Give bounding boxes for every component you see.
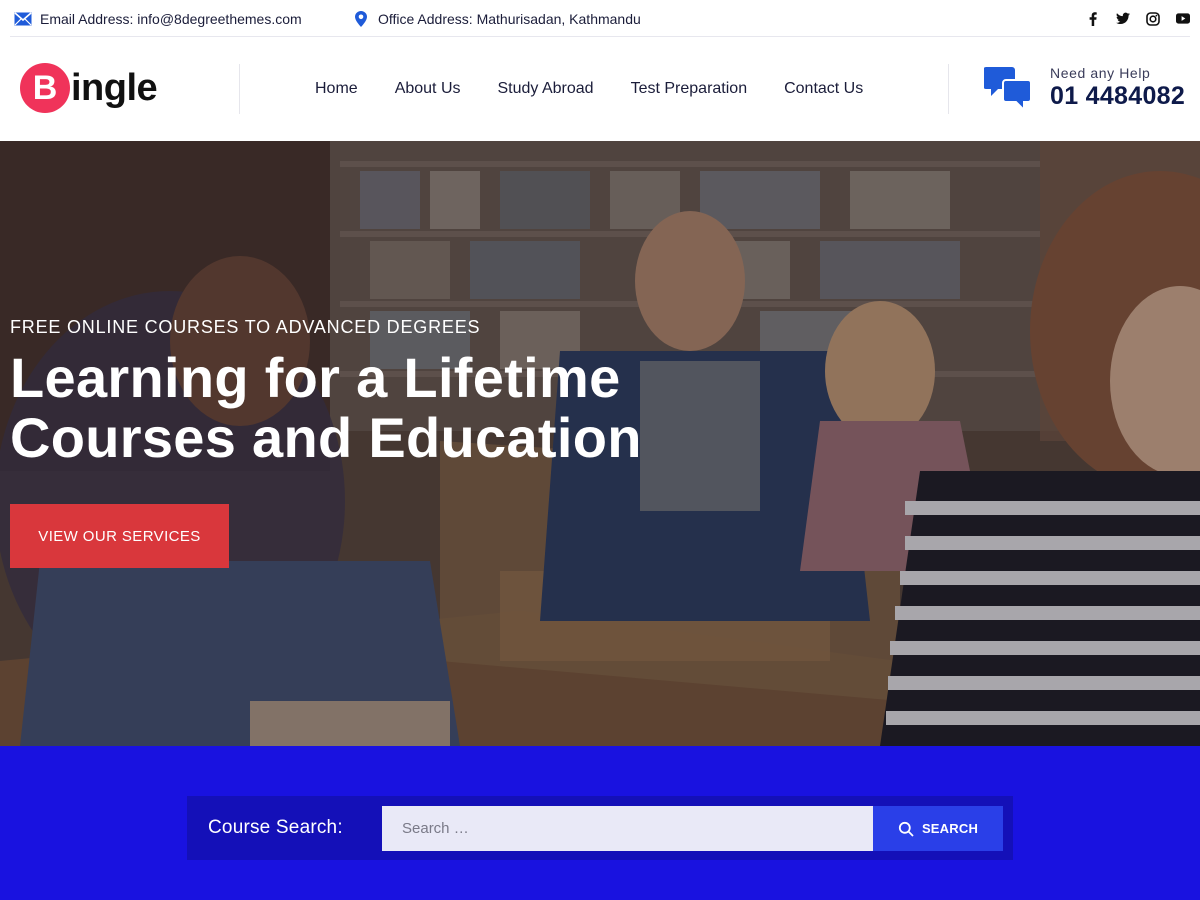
header-divider	[239, 64, 240, 114]
youtube-icon[interactable]	[1176, 12, 1190, 26]
nav-item-home[interactable]: Home	[296, 80, 376, 98]
course-search-section: Course Search: SEARCH	[0, 746, 1200, 900]
hero-title-line-2: Courses and Education	[10, 406, 642, 469]
hero-title: Learning for a Lifetime Courses and Educ…	[10, 348, 730, 468]
nav-item-test-preparation[interactable]: Test Preparation	[612, 80, 766, 98]
help-label: Need any Help	[1050, 65, 1151, 81]
main-nav: Home About Us Study Abroad Test Preparat…	[296, 37, 881, 141]
social-links	[1086, 0, 1190, 37]
office-text: Office Address: Mathurisadan, Kathmandu	[378, 10, 641, 27]
site-logo[interactable]: B ingle	[20, 63, 158, 113]
hero-kicker: FREE ONLINE COURSES TO ADVANCED DEGREES	[10, 317, 481, 337]
office-info: Office Address: Mathurisadan, Kathmandu	[352, 0, 641, 37]
nav-item-about-us[interactable]: About Us	[376, 80, 479, 98]
instagram-icon[interactable]	[1146, 11, 1160, 26]
header-divider	[948, 64, 949, 114]
email-icon	[14, 10, 32, 28]
location-pin-icon	[352, 10, 370, 28]
logo-letter: B	[20, 63, 70, 113]
help-contact: Need any Help 01 4484082	[984, 63, 1185, 113]
search-icon	[898, 821, 914, 837]
logo-text: ingle	[71, 66, 158, 109]
hero-banner: FREE ONLINE COURSES TO ADVANCED DEGREES …	[0, 141, 1200, 746]
nav-item-contact-us[interactable]: Contact Us	[765, 80, 881, 98]
course-search-label: Course Search:	[208, 817, 343, 838]
view-services-button[interactable]: VIEW OUR SERVICES	[10, 504, 229, 568]
search-button-label: SEARCH	[921, 821, 979, 836]
facebook-icon[interactable]	[1086, 11, 1100, 26]
email-text: Email Address: info@8degreethemes.com	[40, 10, 302, 27]
course-search-input[interactable]	[382, 806, 873, 851]
email-info[interactable]: Email Address: info@8degreethemes.com	[14, 0, 302, 37]
hero-title-line-1: Learning for a Lifetime	[10, 346, 621, 409]
nav-item-study-abroad[interactable]: Study Abroad	[479, 80, 612, 98]
course-search-bar: Course Search: SEARCH	[187, 796, 1013, 860]
twitter-icon[interactable]	[1116, 12, 1130, 26]
help-phone[interactable]: 01 4484082	[1050, 82, 1185, 111]
chat-bubbles-icon	[984, 67, 1032, 113]
search-button[interactable]: SEARCH	[873, 806, 1003, 851]
top-bar: Email Address: info@8degreethemes.com Of…	[0, 0, 1200, 37]
site-header: B ingle Home About Us Study Abroad Test …	[0, 37, 1200, 141]
